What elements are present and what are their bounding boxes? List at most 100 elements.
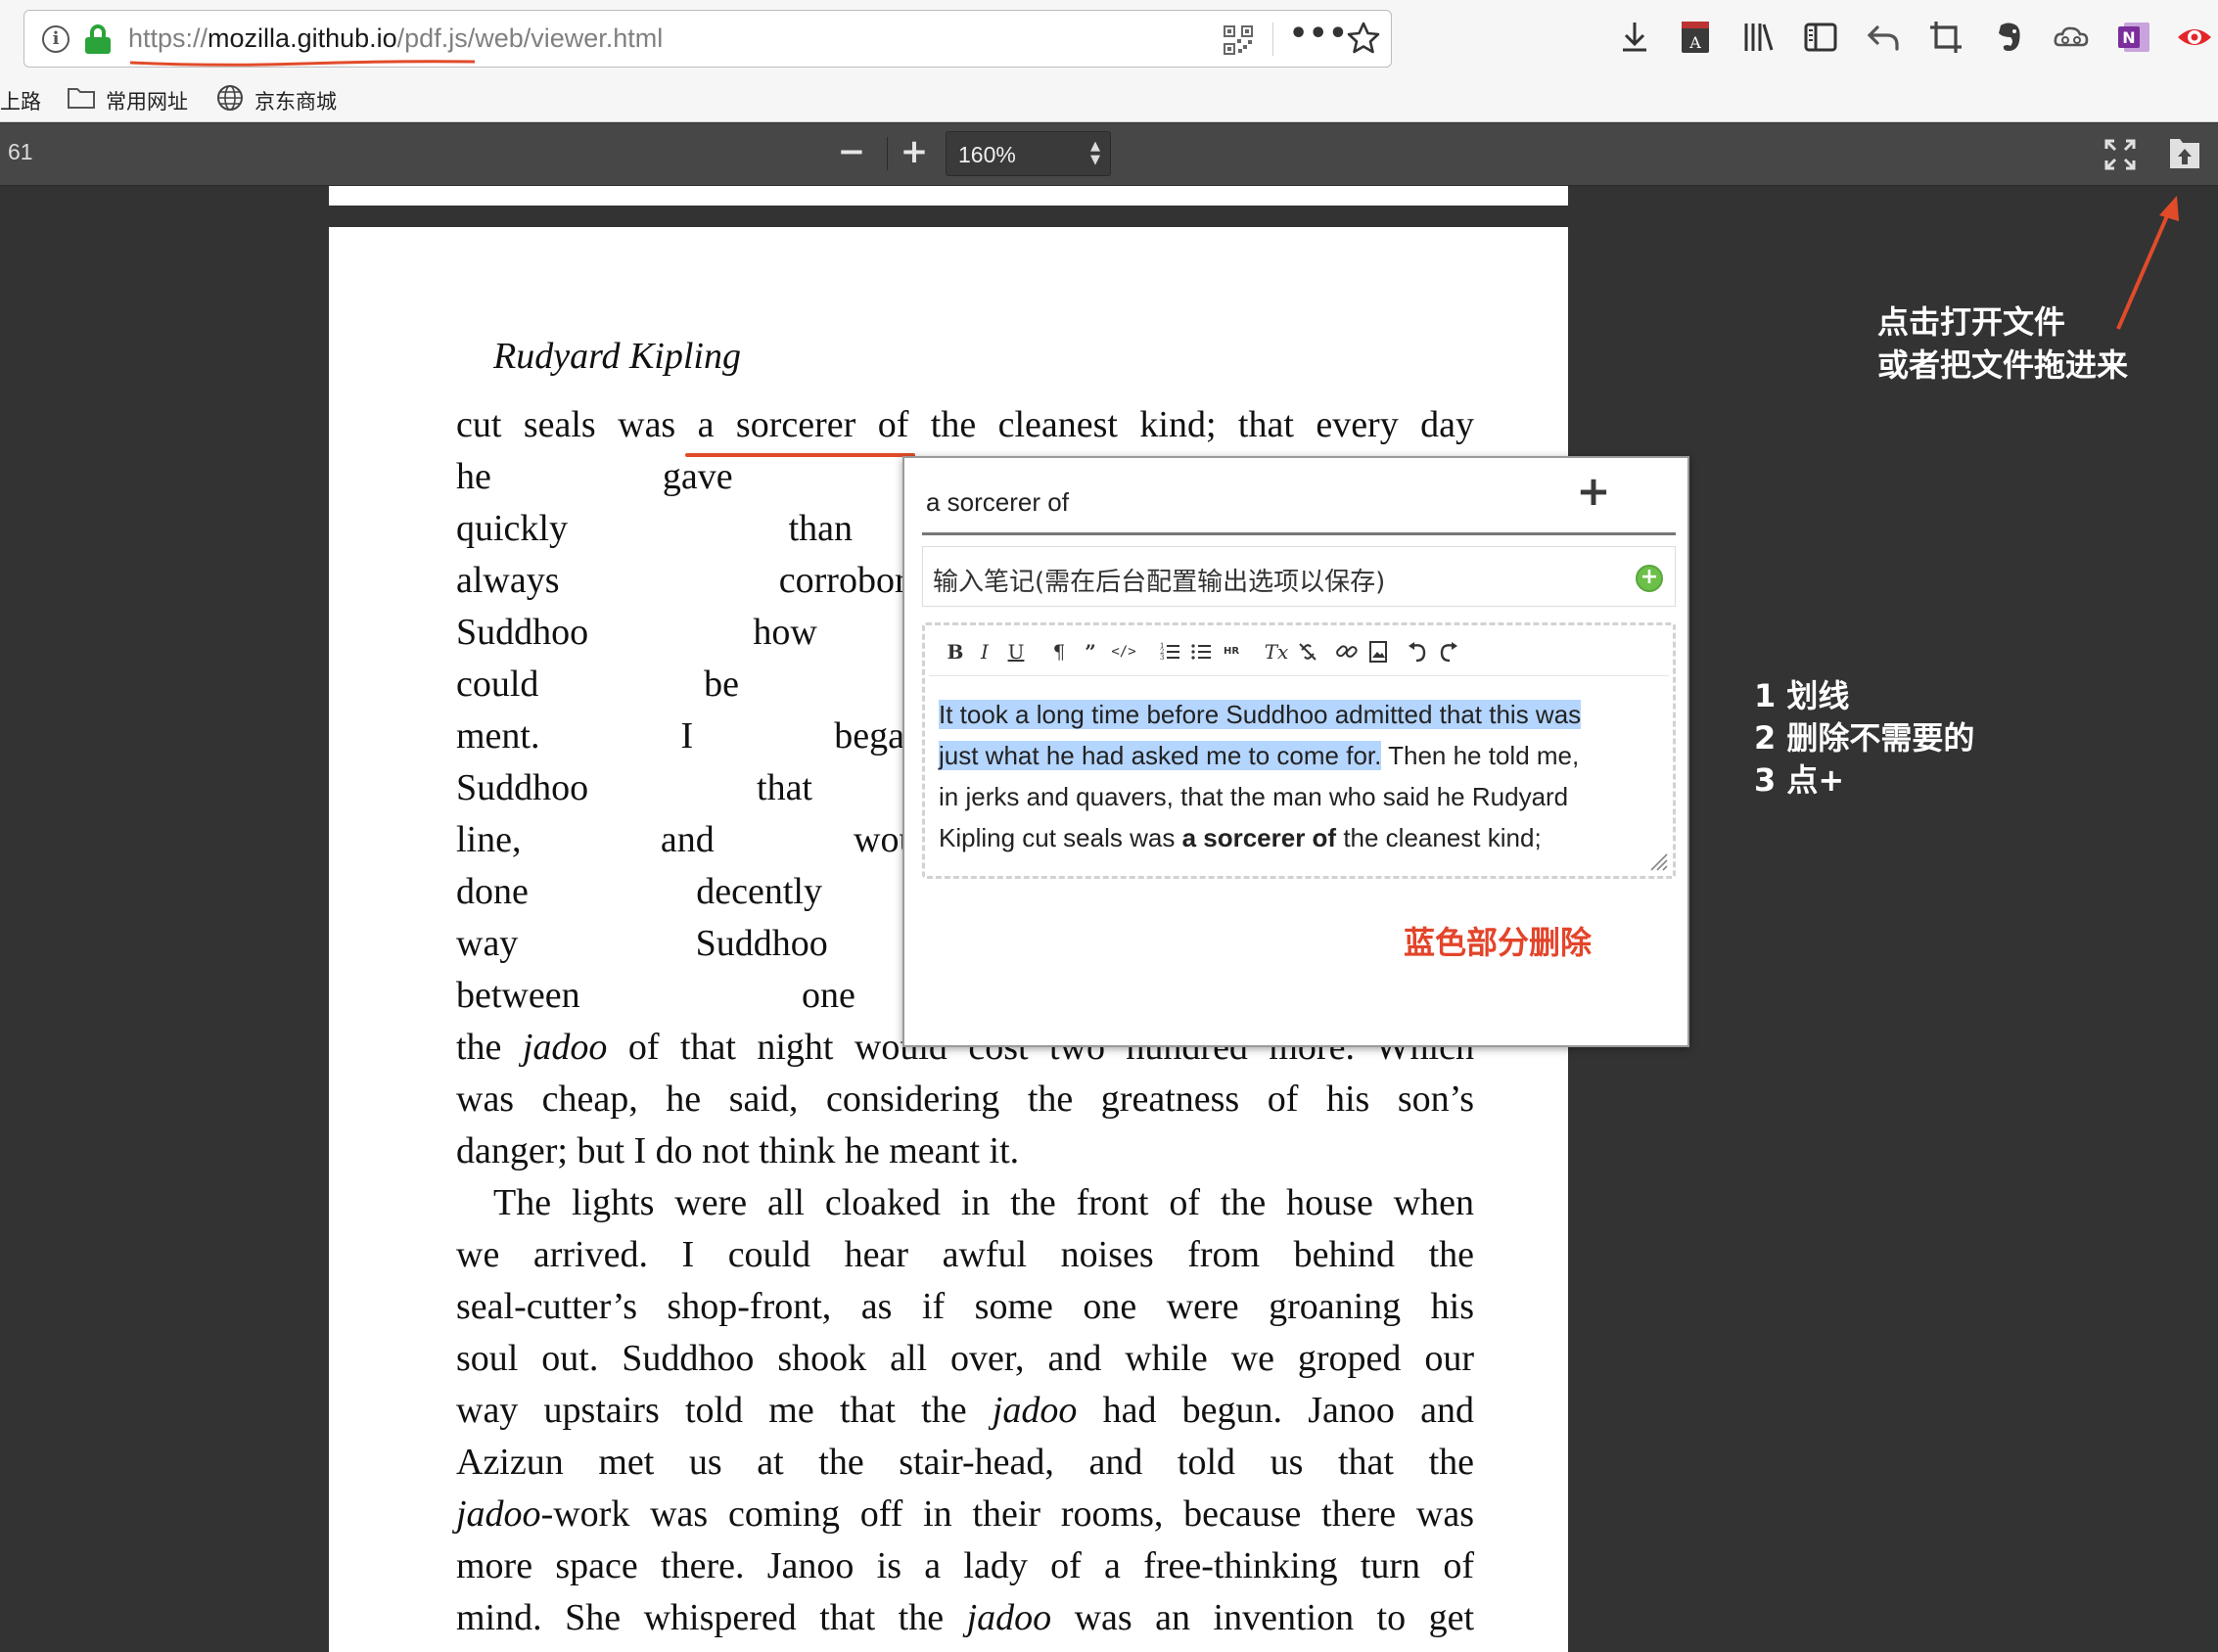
image-icon[interactable] (1363, 637, 1393, 666)
dictionary-extension-icon[interactable]: A (1676, 18, 1715, 57)
sidebar-icon[interactable] (1801, 18, 1840, 57)
unlink-icon[interactable] (1293, 637, 1322, 666)
evernote-icon[interactable] (1989, 18, 2028, 57)
urlbar-separator (1272, 23, 1273, 56)
horizontal-rule-button[interactable]: HR (1217, 637, 1246, 666)
annotation-open-file-2: 或者把文件拖进来 (1877, 346, 2129, 384)
onenote-icon[interactable]: N (2114, 18, 2153, 57)
previous-page-edge (329, 186, 1568, 206)
editor-line-3: in jerks and quavers, that the man who s… (939, 782, 1569, 811)
editor-line-1: It took a long time before Suddhoo admit… (939, 694, 1663, 735)
globe-icon (217, 85, 243, 111)
editor-text: Then he told me, (1381, 741, 1580, 770)
pdf-viewer-toolbar: 61 − + 160% ▲ ▼ (0, 123, 2218, 186)
plus-circle-icon[interactable]: + (1636, 565, 1663, 592)
bookmark-folder-common[interactable]: 常用网址 (106, 86, 188, 115)
annotation-step-3: 3 点+ (1754, 761, 1845, 799)
zoom-value: 160% (958, 142, 1016, 167)
folder-icon (68, 88, 95, 109)
editor-toolbar: B I U ¶ ” </> 123 HR Tx (929, 629, 1669, 676)
annotation-step-2: 2 删除不需要的 (1754, 719, 1975, 757)
page-text-line: we arrived. I could hear awful noises fr… (456, 1234, 1474, 1275)
page-actions-icon[interactable]: ••• (1289, 17, 1349, 51)
bookmark-star-icon[interactable] (1346, 21, 1381, 56)
url-path: /pdf.js/web/viewer.html (396, 23, 664, 53)
underline-button[interactable]: U (1001, 637, 1031, 666)
editor-line-4: Kipling cut seals was a sorcerer of the … (939, 817, 1663, 858)
editor-line-2: just what he had asked me to come for. T… (939, 735, 1663, 776)
undo-icon[interactable] (1403, 637, 1432, 666)
bookmark-item-1[interactable]: 上路 (0, 86, 41, 115)
ordered-list-icon[interactable]: 123 (1156, 637, 1185, 666)
blockquote-button[interactable]: ” (1076, 637, 1105, 666)
url-underline-mark (129, 60, 476, 67)
open-file-icon[interactable] (2167, 135, 2202, 172)
add-note-button[interactable]: + (1574, 471, 1613, 512)
link-icon[interactable] (1332, 637, 1362, 666)
page-text-line: seal-cutter’s shop-front, as if some one… (456, 1286, 1474, 1327)
page-text-line: more space there. Janoo is a lady of a f… (456, 1545, 1474, 1586)
paragraph-button[interactable]: ¶ (1044, 637, 1074, 666)
zoom-out-button[interactable]: − (832, 133, 871, 172)
presentation-mode-icon[interactable] (2102, 137, 2138, 172)
clear-format-button[interactable]: Tx (1262, 637, 1291, 666)
editor-text: Kipling cut seals was (939, 823, 1182, 852)
back-arrow-icon[interactable] (1864, 18, 1903, 57)
url-prefix: https:// (128, 23, 208, 53)
page-text-line: jadoo-work was coming off in their rooms… (456, 1493, 1474, 1535)
eye-extension-icon[interactable] (2175, 18, 2214, 57)
qrcode-icon[interactable] (1224, 25, 1253, 55)
note-placeholder: 输入笔记(需在后台配置输出选项以保存) (933, 568, 1386, 597)
page-text-line: mind. She whispered that the jadoo was a… (456, 1597, 1474, 1638)
zoom-in-button[interactable]: + (895, 133, 934, 172)
download-icon[interactable] (1615, 18, 1654, 57)
address-bar[interactable]: i https://mozilla.github.io/pdf.js/web/v… (23, 10, 1392, 68)
page-text-line: way upstairs told me that the jadoo had … (456, 1390, 1474, 1431)
lock-icon[interactable] (85, 24, 111, 54)
annotation-open-file-1: 点击打开文件 (1877, 303, 2066, 341)
svg-text:N: N (2122, 28, 2135, 47)
url-host: mozilla.github.io (208, 23, 397, 53)
bold-quote-text: a sorcerer of (1181, 823, 1337, 852)
instruction-red-note: 蓝色部分删除 (1404, 924, 1593, 961)
rich-text-editor[interactable]: B I U ¶ ” </> 123 HR Tx It took a long t… (922, 622, 1676, 879)
browser-chrome: i https://mozilla.github.io/pdf.js/web/v… (0, 0, 2218, 122)
library-icon[interactable] (1738, 18, 1778, 57)
resize-handle-icon[interactable] (1647, 850, 1669, 872)
italic-button[interactable]: I (970, 637, 999, 666)
code-button[interactable]: </> (1109, 637, 1138, 666)
cloud-sync-icon[interactable] (2052, 18, 2091, 57)
popup-divider (922, 532, 1676, 535)
svg-text:A: A (1688, 33, 1701, 52)
page-number[interactable]: 61 (8, 139, 33, 165)
zoom-select[interactable]: 160% ▲ ▼ (946, 131, 1111, 176)
editor-text: the cleanest kind; (1336, 823, 1542, 852)
info-icon[interactable]: i (42, 25, 69, 53)
bookmark-item-jd[interactable]: 京东商城 (254, 86, 337, 115)
quoted-text: a sorcerer of (926, 487, 1069, 517)
red-arrow-annotation (2116, 196, 2179, 330)
underline-highlight (685, 453, 915, 457)
bullet-list-icon[interactable] (1187, 637, 1217, 666)
svg-text:3: 3 (1160, 654, 1164, 662)
zoom-separator (887, 137, 888, 170)
highlighted-text: just what he had asked me to come for. (939, 741, 1382, 770)
bold-button[interactable]: B (941, 637, 970, 666)
redo-icon[interactable] (1434, 637, 1463, 666)
page-text-line: Azizun met us at the stair-head, and tol… (456, 1442, 1474, 1483)
highlighted-text: It took a long time before Suddhoo admit… (939, 700, 1582, 729)
page-text-line: cut seals was a sorcerer of the cleanest… (456, 404, 1474, 445)
note-popup: a sorcerer of + 输入笔记(需在后台配置输出选项以保存) + B … (902, 456, 1689, 1047)
bookmarks-bar: 上路 常用网址 京东商城 (0, 78, 2218, 117)
page-text-line: danger; but I do not think he meant it. (456, 1130, 1020, 1171)
editor-content[interactable]: It took a long time before Suddhoo admit… (939, 694, 1663, 858)
page-text-line: The lights were all cloaked in the front… (493, 1182, 1474, 1223)
screenshot-crop-icon[interactable] (1926, 18, 1965, 57)
url-text[interactable]: https://mozilla.github.io/pdf.js/web/vie… (128, 23, 663, 54)
page-text-line: was cheap, he said, considering the grea… (456, 1078, 1474, 1120)
annotation-step-1: 1 划线 (1754, 677, 1850, 714)
page-text-line: soul out. Suddhoo shook all over, and wh… (456, 1338, 1474, 1379)
chevron-updown-icon: ▲ ▼ (1090, 139, 1100, 167)
running-head: Rudyard Kipling (493, 336, 741, 377)
note-input[interactable]: 输入笔记(需在后台配置输出选项以保存) + (922, 546, 1676, 607)
